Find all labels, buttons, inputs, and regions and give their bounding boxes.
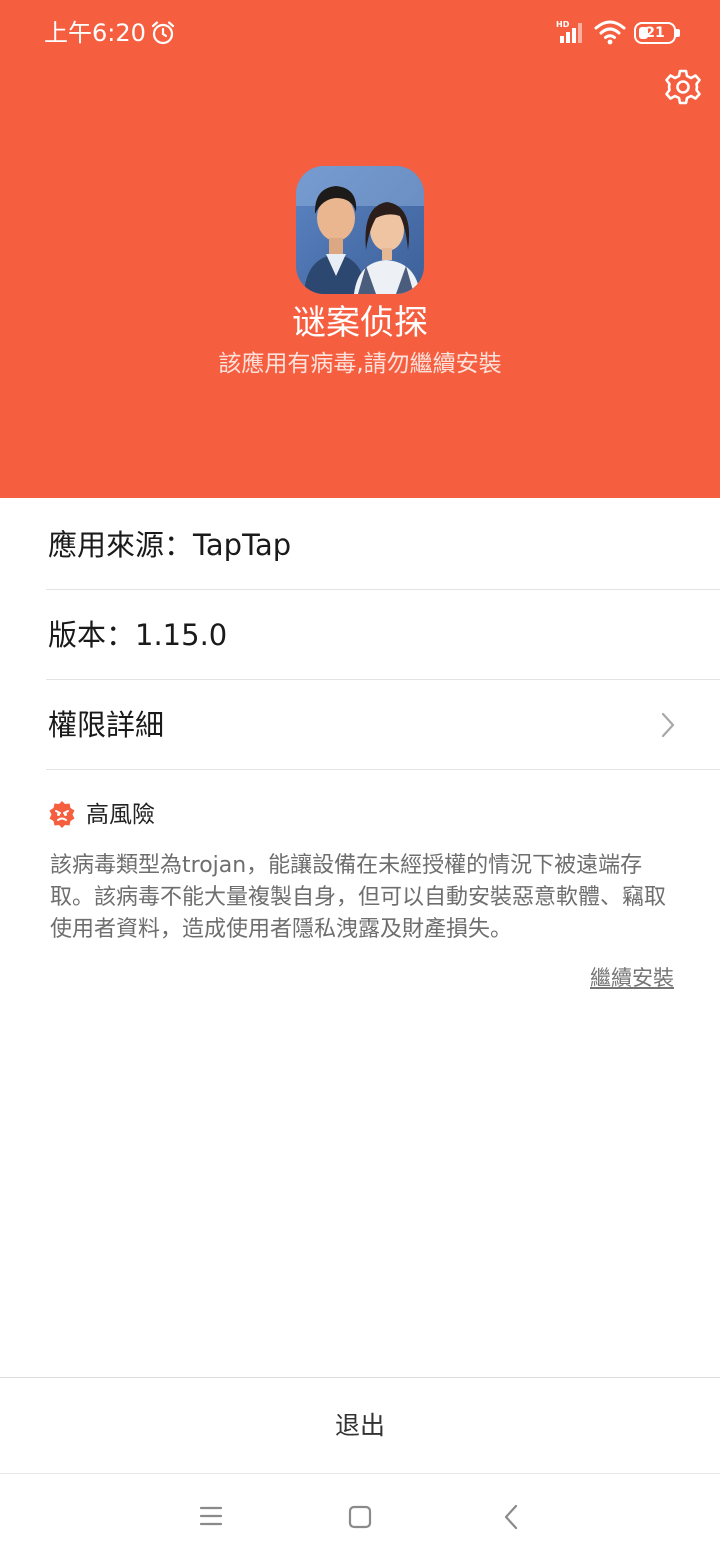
app-version-row: 版本：1.15.0 [46, 590, 720, 680]
battery-indicator: 21 [634, 22, 680, 44]
virus-risk-icon [49, 801, 75, 828]
gear-icon[interactable] [664, 68, 702, 106]
wifi-icon [594, 20, 626, 45]
permission-details-label: 權限詳細 [48, 708, 165, 742]
app-source-row: 應用來源：TapTap [46, 500, 720, 590]
status-bar: 上午6:20 HD 21 [0, 0, 720, 66]
virus-warning-text: 該應用有病毒,請勿繼續安裝 [218, 351, 502, 377]
battery-tip [676, 29, 680, 37]
warning-header: 上午6:20 HD 21 谜案侦探 該應用有病毒,請勿繼續安裝 [0, 0, 720, 498]
battery-level-text: 21 [645, 25, 665, 41]
risk-level-label: 高風險 [86, 802, 155, 828]
back-icon[interactable] [500, 1502, 522, 1532]
app-install-warning-screen: 上午6:20 HD 21 谜案侦探 該應用有病毒,請勿繼續安裝 應用來源：Tap… [0, 0, 720, 1560]
alarm-icon [151, 21, 175, 45]
permission-details-row[interactable]: 權限詳細 [46, 680, 720, 770]
home-icon[interactable] [346, 1503, 374, 1531]
app-version-text: 版本：1.15.0 [48, 618, 228, 652]
network-type-label: HD [556, 20, 570, 29]
system-navigation-bar [0, 1475, 720, 1560]
app-name: 谜案侦探 [292, 303, 428, 343]
virus-description: 該病毒類型為trojan，能讓設備在未經授權的情況下被遠端存取。該病毒不能大量複… [50, 853, 667, 942]
exit-button[interactable]: 退出 [0, 1377, 720, 1474]
status-time: 上午6:20 [44, 19, 146, 47]
continue-install-link[interactable]: 繼續安裝 [590, 962, 674, 994]
menu-icon[interactable] [198, 1503, 224, 1529]
app-icon [296, 166, 424, 294]
signal-icon: HD [556, 20, 582, 43]
app-source-text: 應用來源：TapTap [48, 528, 292, 562]
exit-button-label: 退出 [334, 1411, 385, 1440]
chevron-right-icon [661, 712, 675, 738]
